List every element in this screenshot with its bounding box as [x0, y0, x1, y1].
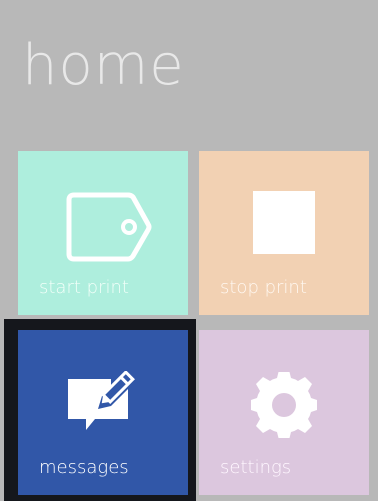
settings-tile[interactable]: settings — [199, 330, 369, 495]
start-print-label: start print — [39, 277, 129, 298]
settings-label: settings — [220, 457, 292, 478]
messages-label: messages — [39, 457, 129, 478]
stop-print-label: stop print — [220, 277, 307, 298]
messages-tile[interactable]: messages — [18, 330, 188, 495]
gear-icon — [251, 372, 317, 438]
home-screen: home start print stop print messages set… — [0, 0, 378, 501]
start-print-tile[interactable]: start print — [18, 151, 188, 315]
page-title: home — [22, 33, 185, 98]
stop-square-icon — [253, 191, 315, 254]
message-edit-icon — [68, 371, 135, 430]
stop-print-tile[interactable]: stop print — [199, 151, 369, 315]
tag-icon — [66, 192, 152, 262]
